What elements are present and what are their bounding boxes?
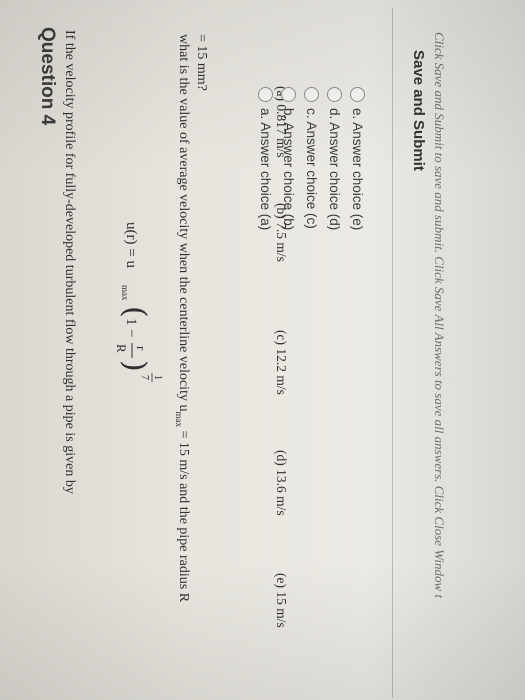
choice-key: (e) [274, 573, 289, 588]
question-line2-start: what is the value of average velocity wh… [176, 34, 191, 412]
choice-value: 15 m/s [274, 591, 289, 628]
formula-lhs: u(r) = u [123, 222, 139, 268]
answer-label: a. Answer choice (a) [258, 108, 273, 231]
answer-label: c. Answer choice (c) [304, 108, 319, 229]
photo-background: Question 4 If the velocity profile for f… [0, 0, 525, 700]
choice-d: (d) 13.6 m/s [273, 450, 289, 516]
answer-label: b. Answer choice (b) [281, 108, 296, 231]
choice-value: 12.2 m/s [274, 348, 289, 395]
question-line2-rest: = 15 m/s and the pipe radius R [176, 426, 191, 603]
formula-left-paren: ( [117, 306, 152, 318]
radio-button[interactable] [281, 87, 296, 102]
answer-option-d[interactable]: d. Answer choice (d) [327, 87, 342, 230]
formula-R: R [114, 344, 129, 353]
question-text-line3: = 15 mm? [194, 34, 209, 91]
answer-label: d. Answer choice (d) [327, 108, 342, 231]
formula-sub: max [120, 285, 130, 301]
formula-inner: 1 − [123, 318, 139, 338]
radio-button[interactable] [350, 87, 365, 102]
choice-c: (c) 12.2 m/s [273, 330, 289, 395]
answer-option-c[interactable]: c. Answer choice (c) [304, 87, 319, 229]
rotated-page: Question 4 If the velocity profile for f… [0, 0, 525, 700]
formula-r: r [134, 346, 149, 351]
choice-key: (c) [274, 330, 289, 345]
formula-exp-num: 1 [152, 375, 163, 380]
answer-option-e[interactable]: e. Answer choice (e) [350, 87, 365, 230]
choice-key: (d) [274, 450, 289, 466]
radio-button[interactable] [327, 87, 342, 102]
choice-e: (e) 15 m/s [273, 573, 289, 628]
question-title: Question 4 [37, 27, 58, 126]
velocity-profile-formula: u(r) = u max ( 1 − r R ) 1 7 [114, 222, 163, 382]
choice-value: 13.6 m/s [274, 469, 289, 516]
save-submit-heading: Save and Submit [410, 50, 427, 171]
answer-option-a[interactable]: a. Answer choice (a) [258, 87, 273, 230]
formula-right-paren: ) [117, 360, 152, 372]
answer-label: e. Answer choice (e) [350, 108, 365, 231]
question-line2-sub: max [174, 411, 185, 427]
radio-button[interactable] [258, 87, 273, 102]
formula-exp-den: 7 [139, 375, 150, 380]
radio-button[interactable] [304, 87, 319, 102]
question-text-line1: If the velocity profile for fully-develo… [62, 30, 77, 494]
question-text-line2: what is the value of average velocity wh… [174, 34, 191, 602]
answer-option-b[interactable]: b. Answer choice (b) [281, 87, 296, 230]
save-submit-instructions: Click Save and Submit to save and submit… [432, 32, 447, 599]
section-divider [392, 8, 393, 698]
